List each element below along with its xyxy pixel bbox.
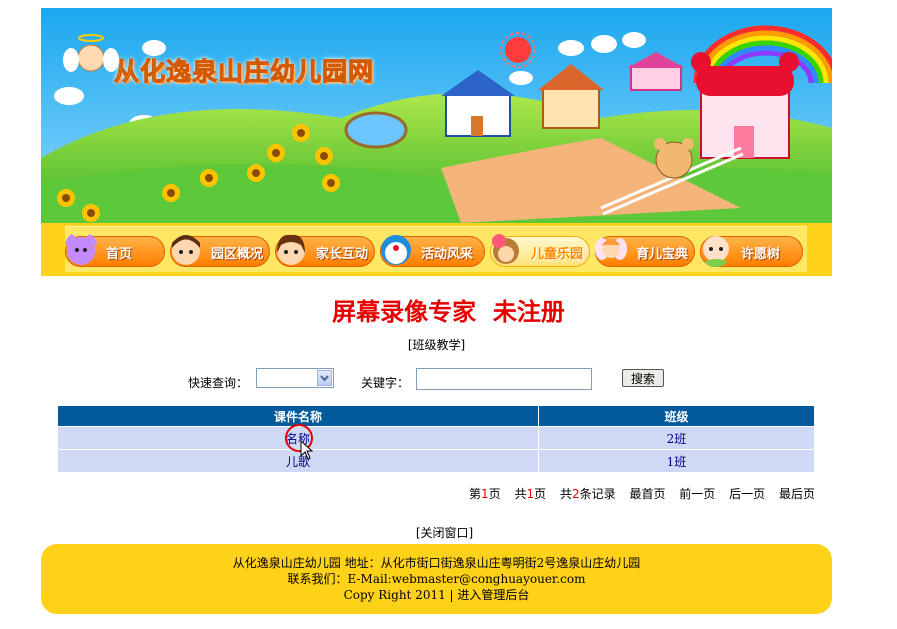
bear-mascot-graphic [654,138,694,179]
recorder-watermark: 屏幕录像专家 未注册 [332,297,565,326]
search-button[interactable]: 搜索 [622,369,664,387]
nav-item-label: 育儿宝典 [636,247,689,262]
nav-item-activities[interactable]: 活动风采 [380,235,485,267]
girl-avatar-icon [274,231,308,267]
nav-item-kids-park[interactable]: 儿童乐园 [490,234,590,267]
class-cell: 2班 [538,426,815,450]
nav-item-home[interactable]: 首页 [64,234,165,267]
footer: 从化逸泉山庄幼儿园 地址：从化市街口街逸泉山庄粤明街2号逸泉山庄幼儿园 联系我们… [41,544,832,614]
mouse-mascot-icon [64,231,98,267]
table-row: 名称 2班 [58,426,815,450]
table-header-row: 课件名称 班级 [58,406,815,427]
page-indicator: 第1页 [468,487,501,501]
first-page-link[interactable]: 最首页 [629,487,665,501]
admin-login-link[interactable]: 进入管理后台 [457,588,529,602]
footer-copyright: Copy Right 2011 | [343,588,458,602]
fairy-mascot-icon [594,231,628,267]
nav-item-wish-tree[interactable]: 许愿树 [700,236,803,267]
keyword-input[interactable] [416,368,592,390]
column-header-class: 班级 [538,406,815,427]
quick-query-label: 快速查询： [188,376,249,390]
nav-item-parent-interaction[interactable]: 家长互动 [275,234,375,267]
footer-address: 从化逸泉山庄幼儿园 地址：从化市街口街逸泉山庄粤明街2号逸泉山庄幼儿园 [232,556,641,570]
header-banner: 从化逸泉山庄幼儿园网 首页 园区概况 家长互动 活动风采 儿童乐园 育儿宝典 许… [41,8,832,276]
boy-avatar-icon [169,231,203,267]
class-cell: 1班 [538,449,815,472]
doraemon-icon [379,231,413,267]
pagination: 第1页 共1页 共2条记录 最首页 前一页 后一页 最后页 [0,485,815,502]
table-row: 儿歌 1班 [58,449,815,472]
site-title: 从化逸泉山庄幼儿园网 [113,57,375,87]
courseware-table: 课件名称 班级 名称 2班 儿歌 1班 [58,406,815,472]
pond-graphic [344,111,408,149]
nav-item-label: 许愿树 [741,247,781,262]
nav-item-label: 园区概况 [211,247,264,262]
close-window-link[interactable]: [关闭窗口] [416,526,473,540]
footer-copyright-line: Copy Right 2011 | 进入管理后台 [41,587,832,603]
nav-item-label: 儿童乐园 [531,247,584,262]
monkey-mascot-icon [489,231,523,267]
nav-item-campus-overview[interactable]: 园区概况 [170,235,270,267]
total-records: 共2条记录 [559,487,616,501]
nav-item-label: 家长互动 [316,247,369,262]
quick-query-select[interactable] [256,368,334,388]
last-page-link[interactable]: 最后页 [779,487,815,501]
total-pages: 共1页 [514,487,547,501]
keyword-label: 关键字： [361,376,410,390]
baby-mascot-icon [699,231,733,267]
prev-page-link[interactable]: 前一页 [679,487,715,501]
footer-contact: 联系我们：E-Mail:webmaster@conghuayouer.com [287,572,586,586]
column-header-courseware-name: 课件名称 [58,406,539,427]
nav-item-label: 首页 [106,247,133,262]
mouse-cursor-icon [300,440,314,460]
nav-item-label: 活动风采 [421,247,474,262]
main-nav: 首页 园区概况 家长互动 活动风采 儿童乐园 育儿宝典 许愿树 [64,226,807,272]
close-window-wrap: [关闭窗口] [0,524,889,541]
next-page-link[interactable]: 后一页 [729,487,765,501]
section-title: [班级教学] [407,338,466,352]
red-house-graphic [691,52,799,159]
chevron-down-icon[interactable] [317,370,332,386]
banner-illustration [41,8,832,223]
nav-item-parenting-guide[interactable]: 育儿宝典 [595,236,695,267]
